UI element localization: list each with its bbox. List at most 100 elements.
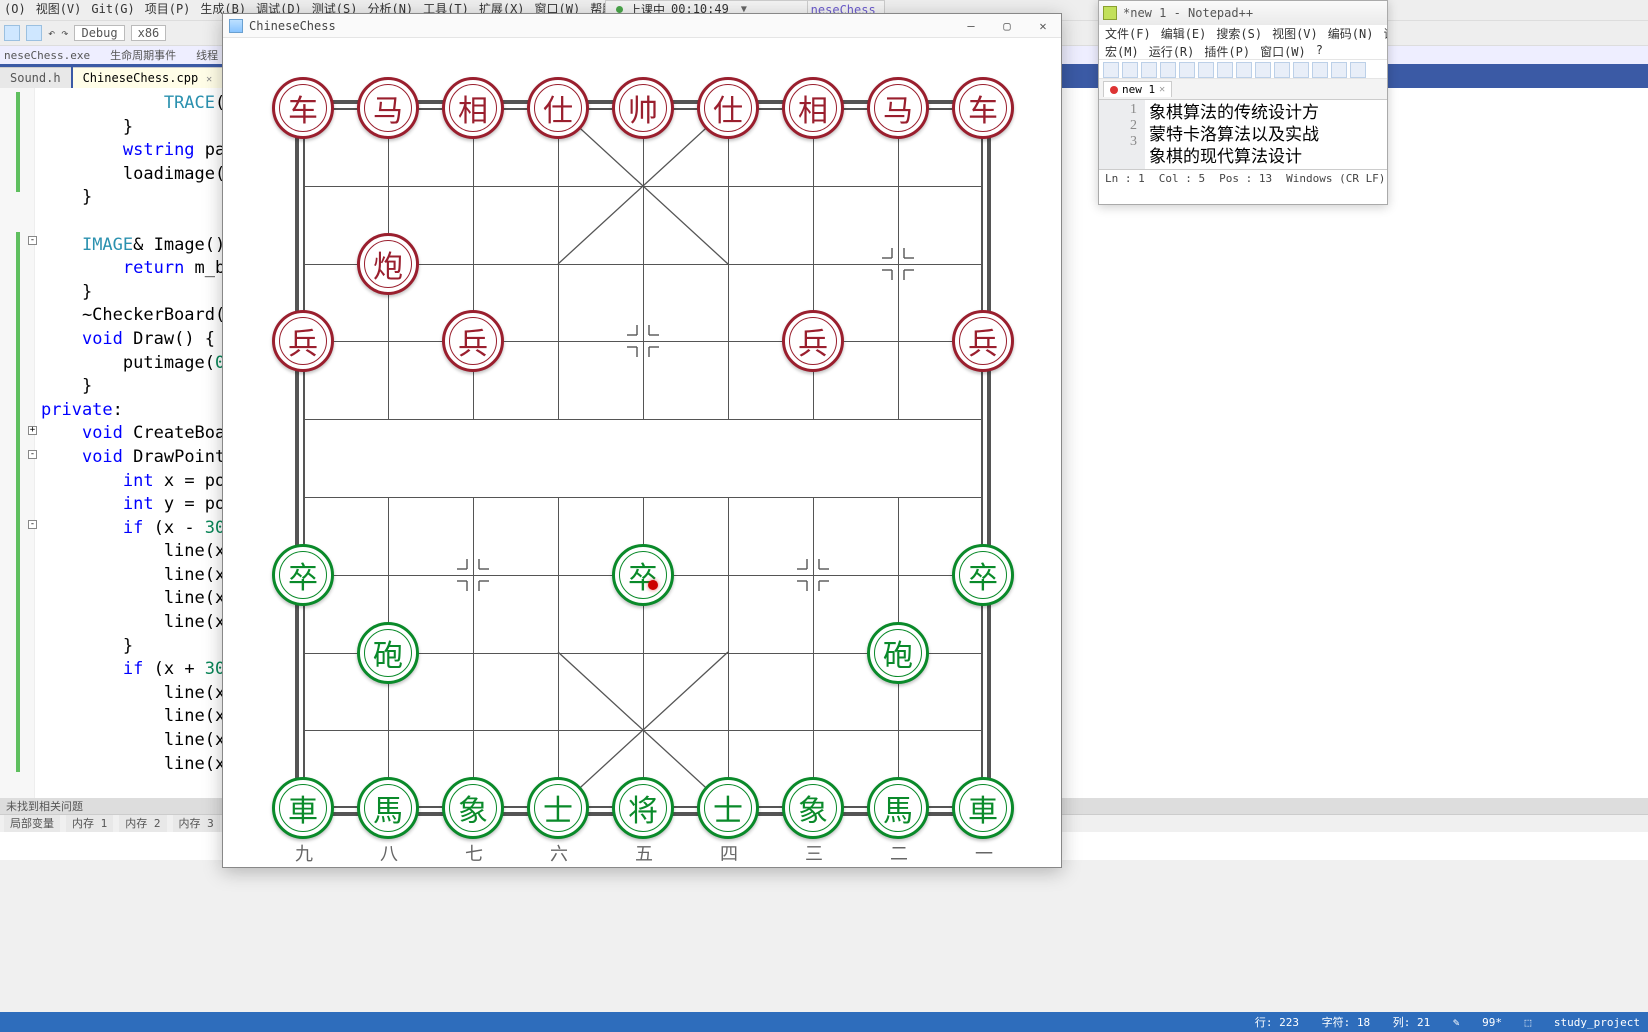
- vs-gutter[interactable]: - + - -: [0, 88, 35, 798]
- redo-icon[interactable]: ↷: [61, 26, 68, 40]
- chess-piece-帅[interactable]: 帅: [612, 77, 674, 139]
- npp-menu-item[interactable]: 编辑(E): [1161, 25, 1207, 43]
- chess-piece-车[interactable]: 车: [952, 77, 1014, 139]
- chess-piece-炮[interactable]: 炮: [357, 233, 419, 295]
- npp-status-eol: Windows (CR LF): [1286, 172, 1385, 185]
- chess-piece-車[interactable]: 車: [272, 777, 334, 839]
- npp-text[interactable]: 象棋算法的传统设计方蒙特卡洛算法以及实战象棋的现代算法设计: [1145, 100, 1387, 169]
- chess-piece-马[interactable]: 马: [867, 77, 929, 139]
- npp-menu-item[interactable]: 运行(R): [1149, 43, 1195, 59]
- npp-menu-item[interactable]: 视图(V): [1272, 25, 1318, 43]
- chess-titlebar[interactable]: ChineseChess — ▢ ✕: [223, 14, 1061, 38]
- npp-tool-icon[interactable]: [1198, 62, 1214, 78]
- npp-menu-item[interactable]: 搜索(S): [1216, 25, 1262, 43]
- chess-piece-馬[interactable]: 馬: [357, 777, 419, 839]
- chess-piece-卒[interactable]: 卒: [612, 544, 674, 606]
- chess-piece-士[interactable]: 士: [697, 777, 759, 839]
- npp-titlebar[interactable]: *new 1 - Notepad++: [1099, 1, 1387, 25]
- chess-piece-兵[interactable]: 兵: [272, 310, 334, 372]
- window-title: ChineseChess: [249, 19, 336, 33]
- chess-piece-卒[interactable]: 卒: [272, 544, 334, 606]
- npp-tool-icon[interactable]: [1160, 62, 1176, 78]
- npp-tool-icon[interactable]: [1274, 62, 1290, 78]
- npp-menubar-2[interactable]: 宏(M) 运行(R) 插件(P) 窗口(W)?: [1099, 43, 1387, 59]
- vs-bottom-tab[interactable]: 局部变量: [4, 815, 60, 832]
- board-file-label-bottom: 九: [295, 840, 313, 866]
- npp-menu-item[interactable]: 窗口(W): [1260, 43, 1306, 59]
- chess-piece-仕[interactable]: 仕: [697, 77, 759, 139]
- thread-label: 线程: [196, 47, 218, 63]
- chess-piece-将[interactable]: 将: [612, 777, 674, 839]
- fold-minus-icon[interactable]: -: [28, 236, 37, 245]
- platform-combo[interactable]: x86: [131, 25, 167, 41]
- unsaved-dot-icon: [1110, 86, 1118, 94]
- vs-menu-item[interactable]: (O): [4, 2, 26, 16]
- save-all-icon[interactable]: [26, 25, 42, 41]
- fold-minus-icon[interactable]: -: [28, 520, 37, 529]
- fold-minus-icon[interactable]: -: [28, 450, 37, 459]
- star-point-icon: [793, 555, 833, 595]
- chinesechess-window[interactable]: ChineseChess — ▢ ✕ 一二三四五六七八九九八七六五四三二一车马相…: [222, 13, 1062, 868]
- vs-editor-tab[interactable]: Sound.h: [0, 67, 71, 88]
- close-tab-icon[interactable]: ✕: [206, 74, 212, 85]
- npp-tool-icon[interactable]: [1312, 62, 1328, 78]
- vs-bottom-tab[interactable]: 内存 3: [173, 815, 220, 832]
- chess-piece-相[interactable]: 相: [442, 77, 504, 139]
- npp-menu-item[interactable]: 文件(F): [1105, 25, 1151, 43]
- chess-piece-车[interactable]: 车: [272, 77, 334, 139]
- chess-board[interactable]: 一二三四五六七八九九八七六五四三二一车马相仕帅仕相马车炮兵兵兵兵卒卒卒砲砲車馬象…: [223, 38, 1063, 868]
- npp-menu-item[interactable]: 编码(N): [1328, 25, 1374, 43]
- chess-piece-象[interactable]: 象: [782, 777, 844, 839]
- maximize-button[interactable]: ▢: [989, 14, 1025, 38]
- npp-tabs[interactable]: new 1 ✕: [1099, 79, 1387, 99]
- npp-menu-item[interactable]: 宏(M): [1105, 43, 1139, 59]
- npp-tool-icon[interactable]: [1179, 62, 1195, 78]
- chess-piece-相[interactable]: 相: [782, 77, 844, 139]
- vs-bottom-tab[interactable]: 内存 2: [119, 815, 166, 832]
- chess-piece-马[interactable]: 马: [357, 77, 419, 139]
- fold-plus-icon[interactable]: +: [28, 426, 37, 435]
- vs-editor-tab[interactable]: ChineseChess.cpp✕: [73, 67, 223, 88]
- npp-tool-icon[interactable]: [1103, 62, 1119, 78]
- chess-piece-象[interactable]: 象: [442, 777, 504, 839]
- npp-tool-icon[interactable]: [1350, 62, 1366, 78]
- vs-menu-item[interactable]: Git(G): [91, 2, 134, 16]
- npp-menu-item[interactable]: 语: [1383, 25, 1387, 43]
- close-button[interactable]: ✕: [1025, 14, 1061, 38]
- npp-tool-icon[interactable]: [1293, 62, 1309, 78]
- save-icon[interactable]: [4, 25, 20, 41]
- chess-piece-兵[interactable]: 兵: [952, 310, 1014, 372]
- undo-icon[interactable]: ↶: [48, 26, 55, 40]
- npp-toolbar[interactable]: [1099, 59, 1387, 79]
- npp-tool-icon[interactable]: [1217, 62, 1233, 78]
- chess-piece-車[interactable]: 車: [952, 777, 1014, 839]
- npp-menu-item[interactable]: 插件(P): [1204, 43, 1250, 59]
- npp-tool-icon[interactable]: [1331, 62, 1347, 78]
- npp-tool-icon[interactable]: [1141, 62, 1157, 78]
- npp-tab-new1[interactable]: new 1 ✕: [1103, 81, 1172, 97]
- board-file-label-bottom: 四: [720, 840, 738, 866]
- chess-piece-士[interactable]: 士: [527, 777, 589, 839]
- chess-piece-砲[interactable]: 砲: [867, 622, 929, 684]
- vs-bottom-tab[interactable]: 内存 1: [66, 815, 113, 832]
- chess-piece-馬[interactable]: 馬: [867, 777, 929, 839]
- life-events[interactable]: 生命周期事件: [110, 47, 176, 63]
- npp-tool-icon[interactable]: [1236, 62, 1252, 78]
- config-combo[interactable]: Debug: [74, 25, 124, 41]
- chess-piece-兵[interactable]: 兵: [442, 310, 504, 372]
- chess-piece-卒[interactable]: 卒: [952, 544, 1014, 606]
- npp-menu-item[interactable]: ?: [1316, 43, 1323, 59]
- npp-tool-icon[interactable]: [1122, 62, 1138, 78]
- minimize-button[interactable]: —: [953, 14, 989, 38]
- close-tab-icon[interactable]: ✕: [1159, 84, 1165, 95]
- vs-menu-item[interactable]: 项目(P): [145, 2, 191, 16]
- npp-title-text: *new 1 - Notepad++: [1123, 6, 1253, 20]
- notepadpp-window[interactable]: *new 1 - Notepad++ 文件(F) 编辑(E) 搜索(S) 视图(V) 编…: [1098, 0, 1388, 205]
- chess-piece-仕[interactable]: 仕: [527, 77, 589, 139]
- npp-menubar-1[interactable]: 文件(F) 编辑(E) 搜索(S) 视图(V) 编码(N) 语: [1099, 25, 1387, 43]
- npp-tool-icon[interactable]: [1255, 62, 1271, 78]
- chess-piece-兵[interactable]: 兵: [782, 310, 844, 372]
- vs-menu-item[interactable]: 视图(V): [36, 2, 82, 16]
- chess-piece-砲[interactable]: 砲: [357, 622, 419, 684]
- npp-editor[interactable]: 123 象棋算法的传统设计方蒙特卡洛算法以及实战象棋的现代算法设计: [1099, 99, 1387, 169]
